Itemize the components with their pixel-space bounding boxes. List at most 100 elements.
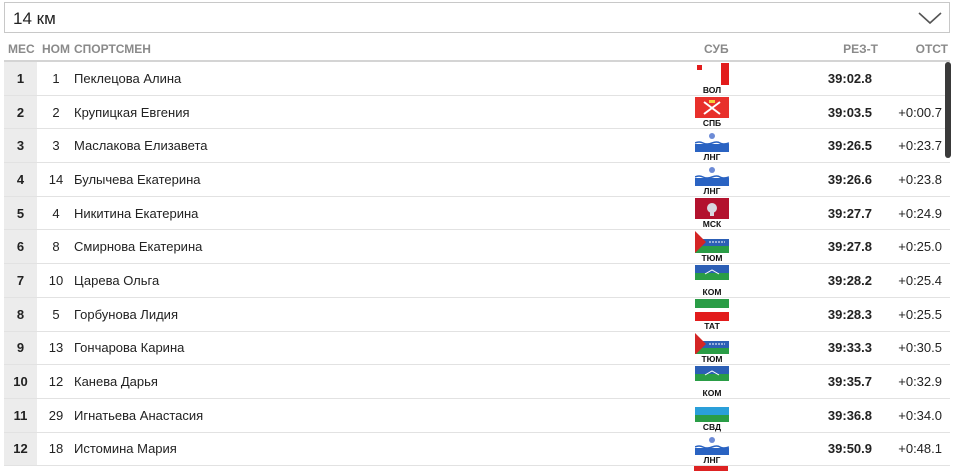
row-athlete-name[interactable]: Канева Дарья (74, 365, 158, 398)
leningrad-flag-icon (695, 130, 729, 153)
row-place: 10 (4, 365, 37, 398)
row-place: 8 (4, 297, 37, 331)
row-athlete-name[interactable]: Пеклецова Алина (74, 62, 181, 95)
row-region-code: СВД (702, 421, 722, 432)
row-region: ВОЛ (694, 62, 730, 95)
row-place: 4 (4, 163, 37, 196)
tatarstan-flag-icon (695, 298, 729, 321)
table-row[interactable]: 7 10 Царева Ольга КОМ 39:28.2 +0:25.4 (4, 264, 950, 298)
row-athlete-name[interactable]: Булычева Екатерина (74, 163, 201, 196)
table-row[interactable]: 5 4 Никитина Екатерина МСК 39:27.7 +0:24.9 (4, 196, 950, 231)
row-place: 2 (4, 95, 37, 129)
table-row[interactable]: 4 14 Булычева Екатерина ЛНГ 39:26.6 +0:23.8 (4, 163, 950, 197)
row-region-code: ТЮМ (701, 354, 723, 365)
table-row[interactable]: 9 13 Гончарова Карина ТЮМ 39:33.3 +0:30.5 (4, 331, 950, 366)
sverdlovsk-flag-icon (695, 399, 729, 422)
row-region: ТЮМ (694, 332, 730, 365)
row-region-code: ТЮМ (701, 253, 723, 264)
row-bib-number: 1 (52, 70, 60, 86)
column-header-region[interactable]: СУБ (704, 42, 729, 56)
row-bib-number: 14 (48, 171, 64, 187)
row-athlete-name[interactable]: Горбунова Лидия (74, 298, 178, 331)
row-gap: +0:25.5 (898, 306, 942, 322)
row-result: 39:03.5 (827, 104, 872, 120)
row-bib-number: 18 (48, 441, 64, 457)
column-header-place[interactable]: МЕС (8, 42, 35, 56)
row-result: 39:26.5 (827, 138, 872, 154)
row-region-code: КОМ (702, 286, 722, 297)
row-gap: +0:30.5 (898, 340, 942, 356)
spb-flag-icon (695, 96, 729, 119)
table-row[interactable]: 1 1 Пеклецова Алина ВОЛ 39:02.8 (4, 62, 950, 96)
table-row[interactable]: 10 12 Канева Дарья КОМ 39:35.7 +0:32.9 (4, 365, 950, 399)
results-table-header: МЕС НОМ СПОРТСМЕН СУБ РЕЗ-Т ОТСТ (4, 37, 950, 61)
column-header-gap[interactable]: ОТСТ (916, 42, 948, 56)
row-result: 39:28.3 (827, 306, 872, 322)
row-bib-number: 10 (48, 272, 64, 288)
row-athlete-name[interactable]: Смирнова Екатерина (74, 230, 202, 263)
leningrad-flag-icon (695, 164, 729, 186)
row-place: 6 (4, 230, 37, 264)
row-region: МСК (694, 197, 730, 229)
row-result: 39:50.9 (827, 441, 872, 457)
row-gap: +0:00.7 (898, 104, 942, 120)
row-result: 39:28.2 (827, 272, 872, 288)
row-athlete-name[interactable]: Гончарова Карина (74, 332, 184, 365)
table-row[interactable]: 6 8 Смирнова Екатерина ТЮМ 39:27.8 +0:25.0 (4, 230, 950, 265)
row-bib-number: 5 (52, 306, 60, 322)
row-region-code: ТАТ (704, 320, 720, 331)
row-region: КОМ (694, 264, 730, 297)
column-header-result[interactable]: РЕЗ-Т (843, 42, 878, 56)
komi-flag-icon (695, 265, 729, 287)
row-place: 12 (4, 432, 37, 466)
row-place: 1 (4, 62, 37, 95)
row-bib-number: 13 (48, 340, 64, 356)
chevron-down-icon[interactable] (917, 10, 943, 26)
row-region: ЛНГ (694, 433, 730, 466)
row-region: ТАТ (694, 298, 730, 331)
column-header-number[interactable]: НОМ (42, 42, 70, 56)
row-bib-number: 29 (48, 407, 64, 423)
table-row[interactable]: 11 29 Игнатьева Анастасия СВД 39:36.8 +0:34.0 (4, 398, 950, 433)
table-row[interactable]: 2 2 Крупицкая Евгения СПБ 39:03.5 +0:00.7 (4, 95, 950, 130)
row-athlete-name[interactable]: Никитина Екатерина (74, 197, 198, 230)
row-region-code: СПБ (702, 118, 722, 129)
row-region: СПБ (694, 96, 730, 129)
row-athlete-name[interactable]: Игнатьева Анастасия (74, 399, 203, 432)
row-region-code: КОМ (702, 387, 722, 398)
row-result: 39:26.6 (827, 171, 872, 187)
tyumen-flag-icon (695, 332, 729, 355)
row-place: 9 (4, 331, 37, 365)
column-header-athlete[interactable]: СПОРТСМЕН (74, 42, 151, 56)
row-bib-number: 2 (52, 104, 60, 120)
row-place: 5 (4, 196, 37, 230)
row-place: 7 (4, 264, 37, 297)
row-gap: +0:32.9 (898, 374, 942, 390)
row-region: ЛНГ (694, 129, 730, 162)
row-region: КОМ (694, 365, 730, 398)
row-athlete-name[interactable]: Маслакова Елизавета (74, 129, 208, 162)
row-result: 39:33.3 (827, 340, 872, 356)
table-row[interactable]: 8 5 Горбунова Лидия ТАТ 39:28.3 +0:25.5 (4, 297, 950, 332)
distance-select[interactable]: 14 км (4, 2, 950, 33)
distance-select-value: 14 км (13, 9, 56, 28)
row-bib-number: 12 (48, 374, 64, 390)
row-athlete-name[interactable]: Крупицкая Евгения (74, 96, 190, 129)
row-gap: +0:23.7 (898, 138, 942, 154)
tyumen-flag-icon (695, 231, 729, 254)
table-row[interactable]: 12 18 Истомина Мария ЛНГ 39:50.9 +0:48.1 (4, 432, 950, 467)
row-athlete-name[interactable]: Царева Ольга (74, 264, 159, 297)
row-bib-number: 3 (52, 138, 60, 154)
table-row[interactable]: 3 3 Маслакова Елизавета ЛНГ 39:26.5 +0:23.7 (4, 129, 950, 164)
row-result: 39:27.7 (827, 205, 872, 221)
row-result: 39:35.7 (827, 374, 872, 390)
scrollbar-thumb[interactable] (945, 62, 951, 158)
row-gap: +0:34.0 (898, 407, 942, 423)
row-region-code: ЛНГ (703, 455, 721, 466)
row-athlete-name[interactable]: Истомина Мария (74, 433, 177, 466)
row-bib-number: 4 (52, 205, 60, 221)
row-place: 11 (4, 398, 37, 432)
row-region-code: ВОЛ (702, 84, 722, 95)
komi-flag-icon (695, 366, 729, 388)
row-gap: +0:48.1 (898, 441, 942, 457)
